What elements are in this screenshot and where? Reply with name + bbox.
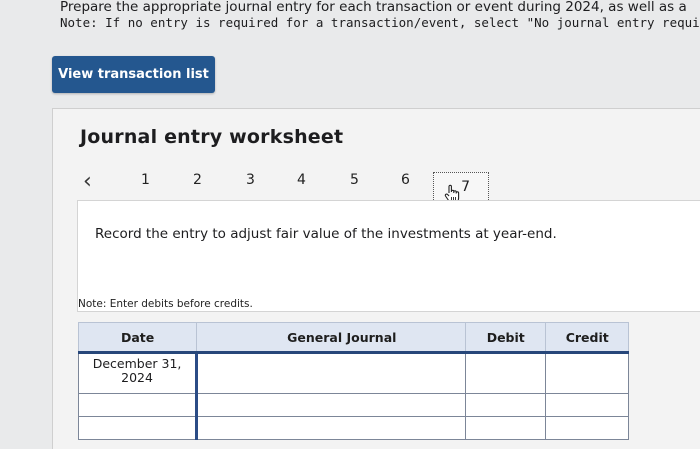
journal-table: Date General Journal Debit Credit Decemb…: [77, 322, 629, 440]
date-cell: [77, 393, 198, 417]
debit-input[interactable]: [465, 393, 547, 417]
debit-input[interactable]: [465, 352, 547, 394]
journal-table-header: Date General Journal Debit Credit: [77, 322, 629, 354]
instructions: Prepare the appropriate journal entry fo…: [60, 0, 700, 30]
date-cell: [77, 416, 198, 440]
view-transaction-list-button[interactable]: View transaction list: [52, 56, 215, 93]
table-row: [77, 393, 629, 417]
page-link-5[interactable]: 5: [350, 172, 359, 188]
general-journal-column-header: General Journal: [196, 322, 467, 354]
debit-input[interactable]: [465, 416, 547, 440]
instructions-line-1: Prepare the appropriate journal entry fo…: [60, 0, 687, 15]
page-link-2[interactable]: 2: [193, 172, 202, 188]
date-column-header: Date: [77, 322, 198, 354]
page-link-4[interactable]: 4: [297, 172, 306, 188]
chevron-left-icon[interactable]: ‹: [83, 169, 92, 194]
journal-entry-worksheet: Journal entry worksheet ‹ 1 2 3 4 5 6 7 …: [52, 108, 700, 449]
account-select[interactable]: [195, 352, 467, 394]
table-row: [77, 416, 629, 440]
debit-column-header: Debit: [465, 322, 547, 354]
worksheet-title: Journal entry worksheet: [80, 126, 344, 148]
account-select[interactable]: [195, 416, 467, 440]
credit-column-header: Credit: [545, 322, 629, 354]
entry-note: Note: Enter debits before credits.: [78, 298, 253, 310]
page-link-3[interactable]: 3: [246, 172, 255, 188]
date-cell: December 31, 2024: [77, 352, 198, 394]
credit-input[interactable]: [545, 393, 629, 417]
page-link-1[interactable]: 1: [141, 172, 150, 188]
page-link-6[interactable]: 6: [401, 172, 410, 188]
table-row: December 31, 2024: [77, 352, 629, 394]
entry-description: Record the entry to adjust fair value of…: [95, 226, 557, 242]
credit-input[interactable]: [545, 416, 629, 440]
credit-input[interactable]: [545, 352, 629, 394]
account-select[interactable]: [195, 393, 467, 417]
entry-description-box: Record the entry to adjust fair value of…: [77, 200, 700, 312]
instructions-line-2: Note: If no entry is required for a tran…: [60, 15, 700, 30]
